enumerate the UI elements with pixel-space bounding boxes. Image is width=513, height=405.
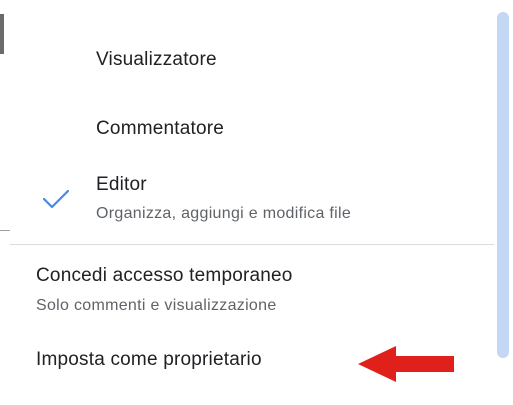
role-menu: Visualizzatore Commentatore Editor Organ… xyxy=(10,0,494,405)
menu-item-editor-label: Editor xyxy=(96,174,147,195)
background-window-edge xyxy=(0,14,4,54)
check-icon xyxy=(42,189,70,209)
menu-item-make-owner-label: Imposta come proprietario xyxy=(36,349,262,370)
menu-item-editor-description: Organizza, aggiungi e modifica file xyxy=(96,205,352,222)
menu-item-temporary-access-label: Concedi accesso temporaneo xyxy=(36,265,293,286)
menu-divider xyxy=(10,244,494,245)
menu-item-commenter-label: Commentatore xyxy=(96,118,225,139)
arrow-left-icon xyxy=(358,346,454,382)
background-divider xyxy=(0,230,10,231)
menu-item-temporary-access[interactable]: Concedi accesso temporaneo Solo commenti… xyxy=(10,252,494,330)
menu-item-temporary-access-description: Solo commenti e visualizzazione xyxy=(36,297,277,314)
menu-item-commenter[interactable]: Commentatore xyxy=(10,96,494,160)
menu-item-viewer-label: Visualizzatore xyxy=(96,49,217,70)
scrollbar-thumb[interactable] xyxy=(497,12,509,358)
menu-item-viewer[interactable]: Visualizzatore xyxy=(10,26,494,96)
share-role-dropdown-screen: Visualizzatore Commentatore Editor Organ… xyxy=(0,0,513,405)
menu-item-editor[interactable]: Editor Organizza, aggiungi e modifica fi… xyxy=(10,160,494,240)
